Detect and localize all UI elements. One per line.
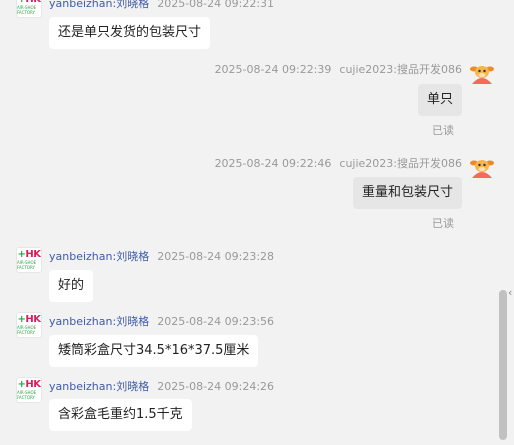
sender-name[interactable]: yanbeizhan:刘晓格 [49, 250, 149, 263]
message-bubble[interactable]: 重量和包装尺寸 [352, 177, 462, 209]
brand-logo-icon: +HK [17, 249, 41, 260]
message-time: 2025-08-24 09:22:39 [214, 63, 332, 76]
message-time: 2025-08-24 09:22:31 [157, 0, 275, 10]
message-meta: 2025-08-24 09:22:46 cujie2023:搜品开发086 [215, 155, 462, 171]
sender-name: cujie2023:搜品开发086 [339, 63, 462, 76]
message-meta: yanbeizhan:刘晓格 2025-08-24 09:24:26 [49, 378, 274, 394]
sender-avatar[interactable]: +HK AIR-SHOE FACTORY [16, 247, 42, 273]
message-time: 2025-08-24 09:23:56 [157, 315, 275, 328]
message-bubble[interactable]: 矮筒彩盒尺寸34.5*16*37.5厘米 [49, 335, 259, 367]
sender-name: cujie2023:搜品开发086 [339, 157, 462, 170]
cartoon-cow-icon [470, 160, 494, 178]
message-time: 2025-08-24 09:22:46 [214, 157, 332, 170]
chat-message-list[interactable]: +HK AIR-SHOE FACTORY yanbeizhan:刘晓格 2025-… [0, 0, 514, 445]
cartoon-cow-icon [470, 66, 494, 84]
brand-logo-icon: +HK [17, 314, 41, 325]
message-time: 2025-08-24 09:24:26 [157, 380, 275, 393]
message-bubble[interactable]: 含彩盒毛重约1.5千克 [49, 399, 192, 431]
sender-avatar[interactable]: +HK AIR-SHOE FACTORY [16, 0, 42, 18]
message-bubble[interactable]: 好的 [49, 270, 94, 302]
message-bubble[interactable]: 还是单只发货的包装尺寸 [49, 17, 211, 49]
logo-subtitle: AIR-SHOE FACTORY [17, 390, 37, 400]
my-avatar[interactable] [469, 154, 495, 180]
logo-subtitle: AIR-SHOE FACTORY [17, 260, 37, 270]
message-bubble[interactable]: 单只 [417, 84, 462, 116]
brand-logo-icon: +HK [17, 379, 41, 390]
logo-subtitle: AIR-SHOE FACTORY [17, 325, 37, 335]
logo-subtitle: AIR-SHOE FACTORY [17, 5, 37, 15]
sender-name[interactable]: yanbeizhan:刘晓格 [49, 315, 149, 328]
message-meta: 2025-08-24 09:22:39 cujie2023:搜品开发086 [215, 61, 462, 77]
read-status: 已读 [432, 217, 454, 230]
read-status: 已读 [432, 124, 454, 137]
sender-avatar[interactable]: +HK AIR-SHOE FACTORY [16, 312, 42, 338]
message-meta: yanbeizhan:刘晓格 2025-08-24 09:23:28 [49, 248, 274, 264]
sender-name[interactable]: yanbeizhan:刘晓格 [49, 380, 149, 393]
message-meta: yanbeizhan:刘晓格 2025-08-24 09:23:56 [49, 313, 274, 329]
my-avatar[interactable] [469, 60, 495, 86]
scrollbar-thumb[interactable] [499, 290, 507, 440]
sender-name[interactable]: yanbeizhan:刘晓格 [49, 0, 149, 10]
message-time: 2025-08-24 09:23:28 [157, 250, 275, 263]
sender-avatar[interactable]: +HK AIR-SHOE FACTORY [16, 377, 42, 403]
message-meta: yanbeizhan:刘晓格 2025-08-24 09:22:31 [49, 0, 274, 11]
chevron-left-icon[interactable]: ‹ [508, 286, 512, 299]
